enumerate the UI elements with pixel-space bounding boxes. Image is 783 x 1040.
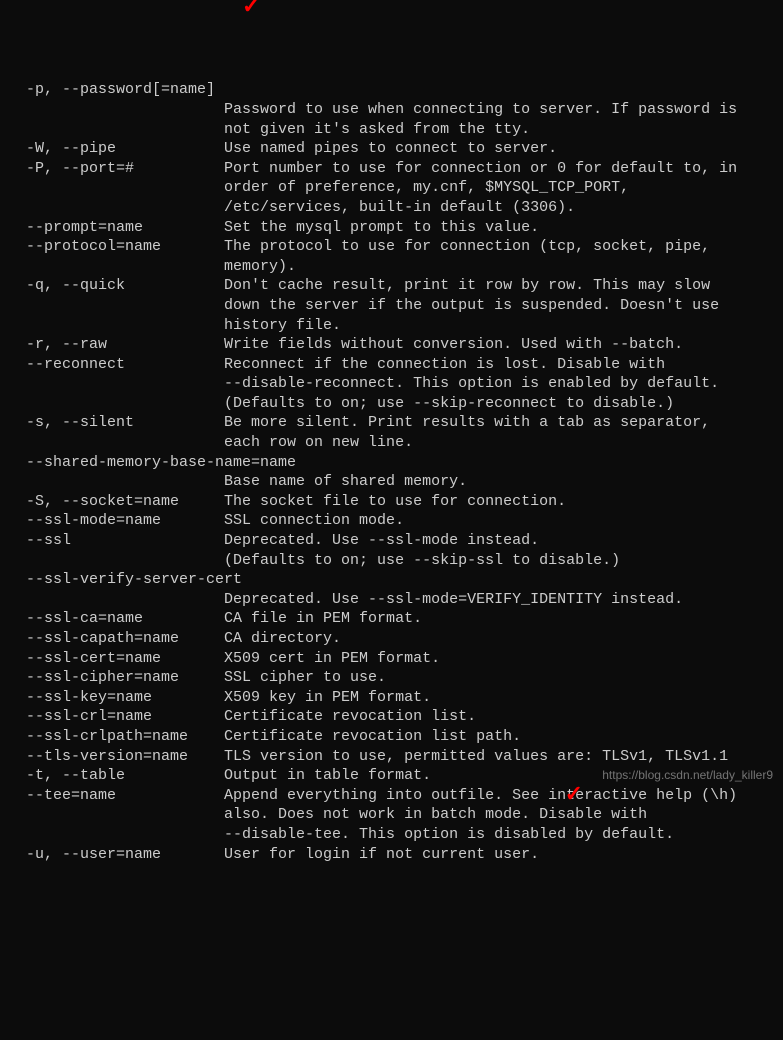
terminal-output: -p, --password[=name] Password to use wh… — [8, 80, 775, 864]
check-icon: ✓ — [242, 0, 260, 18]
